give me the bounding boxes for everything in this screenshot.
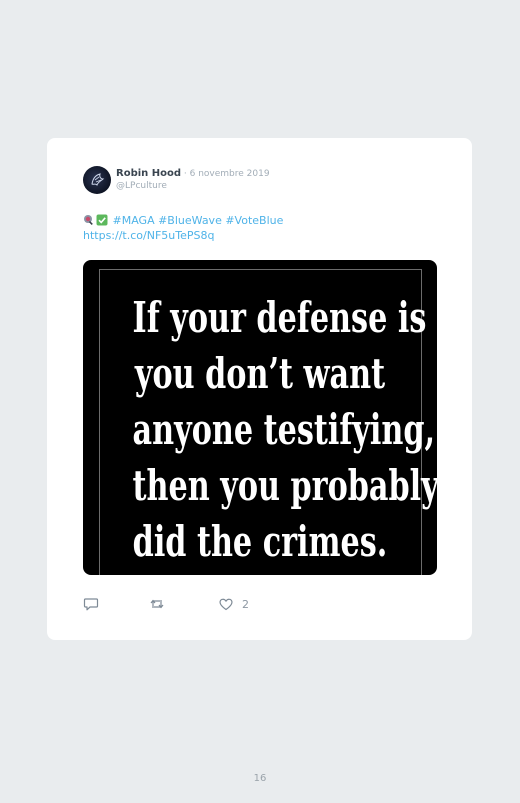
retweet-icon <box>150 599 164 609</box>
reply-icon <box>83 598 99 611</box>
avatar[interactable] <box>83 166 111 194</box>
image-quote-line: you don’t want <box>134 349 386 398</box>
date-separator: · <box>181 169 190 179</box>
image-quote-text: If your defense is you don’t want anyone… <box>132 290 437 570</box>
tweet-actions: 2 <box>83 596 383 614</box>
check-mark-emoji <box>96 214 108 226</box>
image-quote-line: did the crimes. <box>132 517 388 566</box>
image-quote-line: anyone testifying, <box>132 405 436 454</box>
like-count: 2 <box>242 597 249 611</box>
image-quote-line: then you probably <box>132 461 437 510</box>
author-handle[interactable]: @LPculture <box>116 181 167 191</box>
like-button[interactable]: 2 <box>218 596 249 612</box>
avatar-logo-icon <box>91 173 105 186</box>
tweet-card: Robin Hood · 6 novembre 2019 @LPculture … <box>47 138 472 640</box>
author-line: Robin Hood · 6 novembre 2019 <box>116 168 270 179</box>
hashtags-line: #MAGA #BlueWave #VoteBlue <box>83 213 283 228</box>
author-name[interactable]: Robin Hood <box>116 168 181 179</box>
tweet-image[interactable]: If your defense is you don’t want anyone… <box>83 260 437 575</box>
tweet-date[interactable]: 6 novembre 2019 <box>190 169 270 179</box>
reply-button[interactable] <box>83 596 99 612</box>
retweet-button[interactable] <box>149 596 165 612</box>
tweet-text: #MAGA #BlueWave #VoteBlue https://t.co/N… <box>83 213 283 243</box>
image-quote-line: If your defense is <box>132 293 427 342</box>
heart-icon <box>219 598 233 611</box>
tweet-link[interactable]: https://t.co/NF5uTePS8q <box>83 228 283 243</box>
microphone-emoji <box>84 215 93 225</box>
page-number: 16 <box>253 773 267 784</box>
hashtags[interactable]: #MAGA #BlueWave #VoteBlue <box>113 214 284 227</box>
